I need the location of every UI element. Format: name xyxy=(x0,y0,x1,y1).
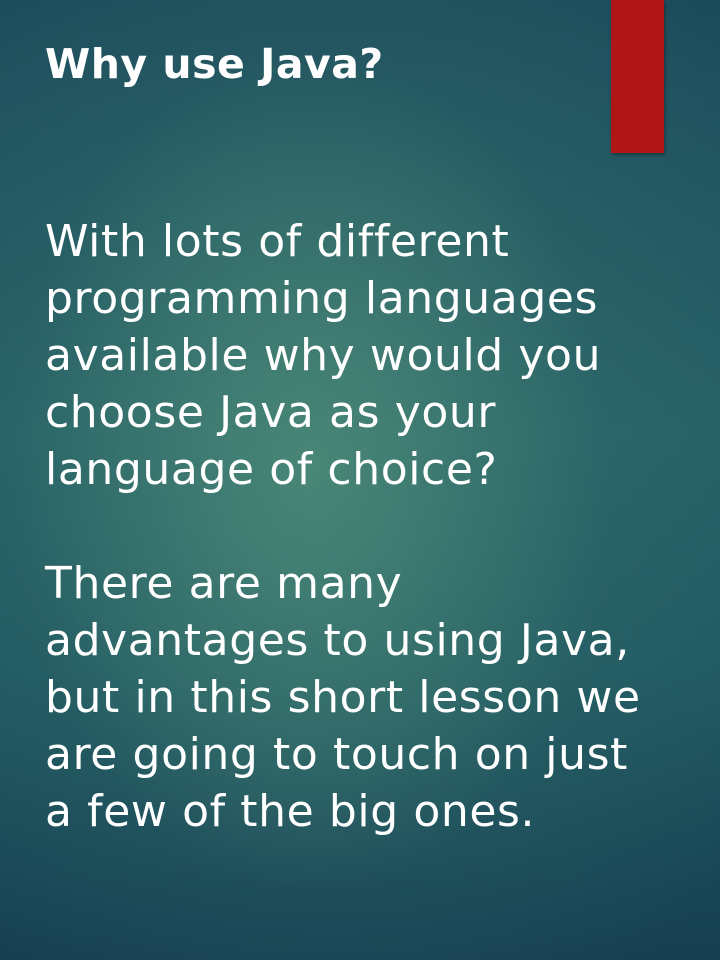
accent-bar xyxy=(611,0,664,153)
body-paragraph-intro: With lots of different programming langu… xyxy=(45,216,602,495)
slide-body: With lots of different programming langu… xyxy=(45,213,685,840)
slide: Why use Java? With lots of different pro… xyxy=(0,0,720,960)
body-paragraph-advantages: There are many advantages to using Java,… xyxy=(45,558,641,837)
slide-title: Why use Java? xyxy=(45,40,384,88)
